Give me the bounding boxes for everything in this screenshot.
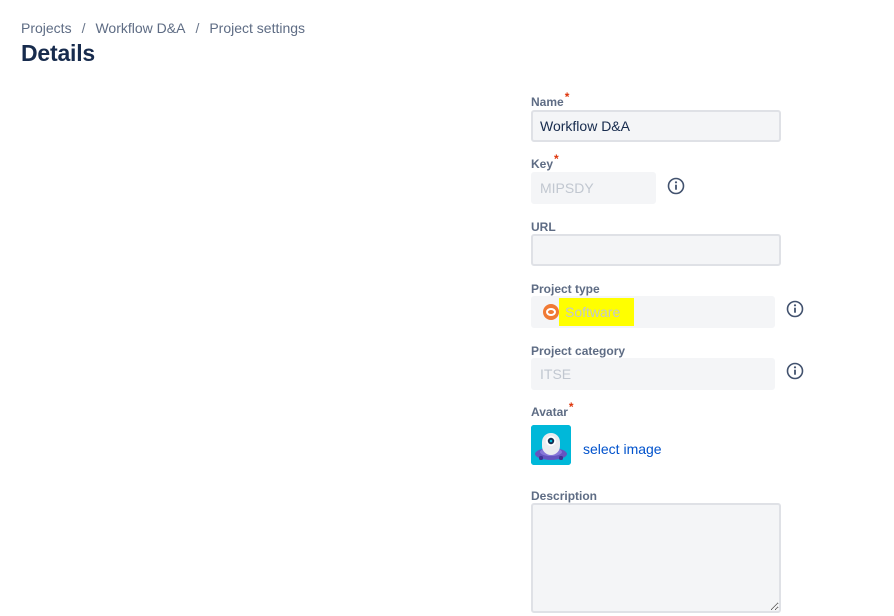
project-category-label: Project category (531, 344, 625, 358)
project-category-field: ITSE (531, 358, 775, 390)
project-type-label: Project type (531, 282, 600, 296)
avatar-label: Avatar* (531, 400, 574, 419)
project-category-value: ITSE (540, 366, 572, 382)
description-label-text: Description (531, 489, 598, 503)
required-marker: * (564, 90, 570, 104)
avatar-label-text: Avatar (531, 405, 568, 419)
project-type-value: Software (559, 298, 635, 326)
url-input[interactable] (531, 234, 781, 266)
project-category-label-text: Project category (531, 344, 626, 358)
project-type-field: Software (531, 296, 775, 328)
name-label-text: Name (531, 95, 564, 109)
description-label: Description (531, 489, 597, 503)
key-label: Key* (531, 152, 559, 171)
name-input[interactable] (531, 110, 781, 142)
key-value: MIPSDY (540, 180, 594, 196)
breadcrumb-project-settings[interactable]: Project settings (209, 20, 305, 36)
project-avatar[interactable] (531, 425, 571, 465)
breadcrumb-separator: / (81, 20, 86, 36)
robot-avatar-icon (531, 425, 571, 465)
key-info-icon[interactable] (667, 177, 685, 195)
project-type-label-text: Project type (531, 282, 600, 296)
required-marker: * (554, 152, 559, 166)
required-marker: * (568, 400, 574, 414)
select-image-link[interactable]: select image (583, 441, 662, 457)
key-label-text: Key (531, 157, 554, 171)
breadcrumb-projects[interactable]: Projects (21, 20, 72, 36)
software-icon (543, 304, 559, 320)
breadcrumb-project[interactable]: Workflow D&A (95, 20, 185, 36)
project-category-info-icon[interactable] (786, 362, 804, 380)
breadcrumb-separator: / (195, 20, 200, 36)
description-textarea[interactable] (531, 503, 781, 613)
key-input: MIPSDY (531, 172, 656, 204)
page-title: Details (21, 40, 96, 66)
project-type-info-icon[interactable] (786, 300, 804, 318)
name-label: Name* (531, 90, 569, 109)
breadcrumb: Projects / Workflow D&A / Project settin… (21, 20, 305, 36)
url-label-text: URL (531, 220, 556, 234)
url-label: URL (531, 220, 556, 234)
